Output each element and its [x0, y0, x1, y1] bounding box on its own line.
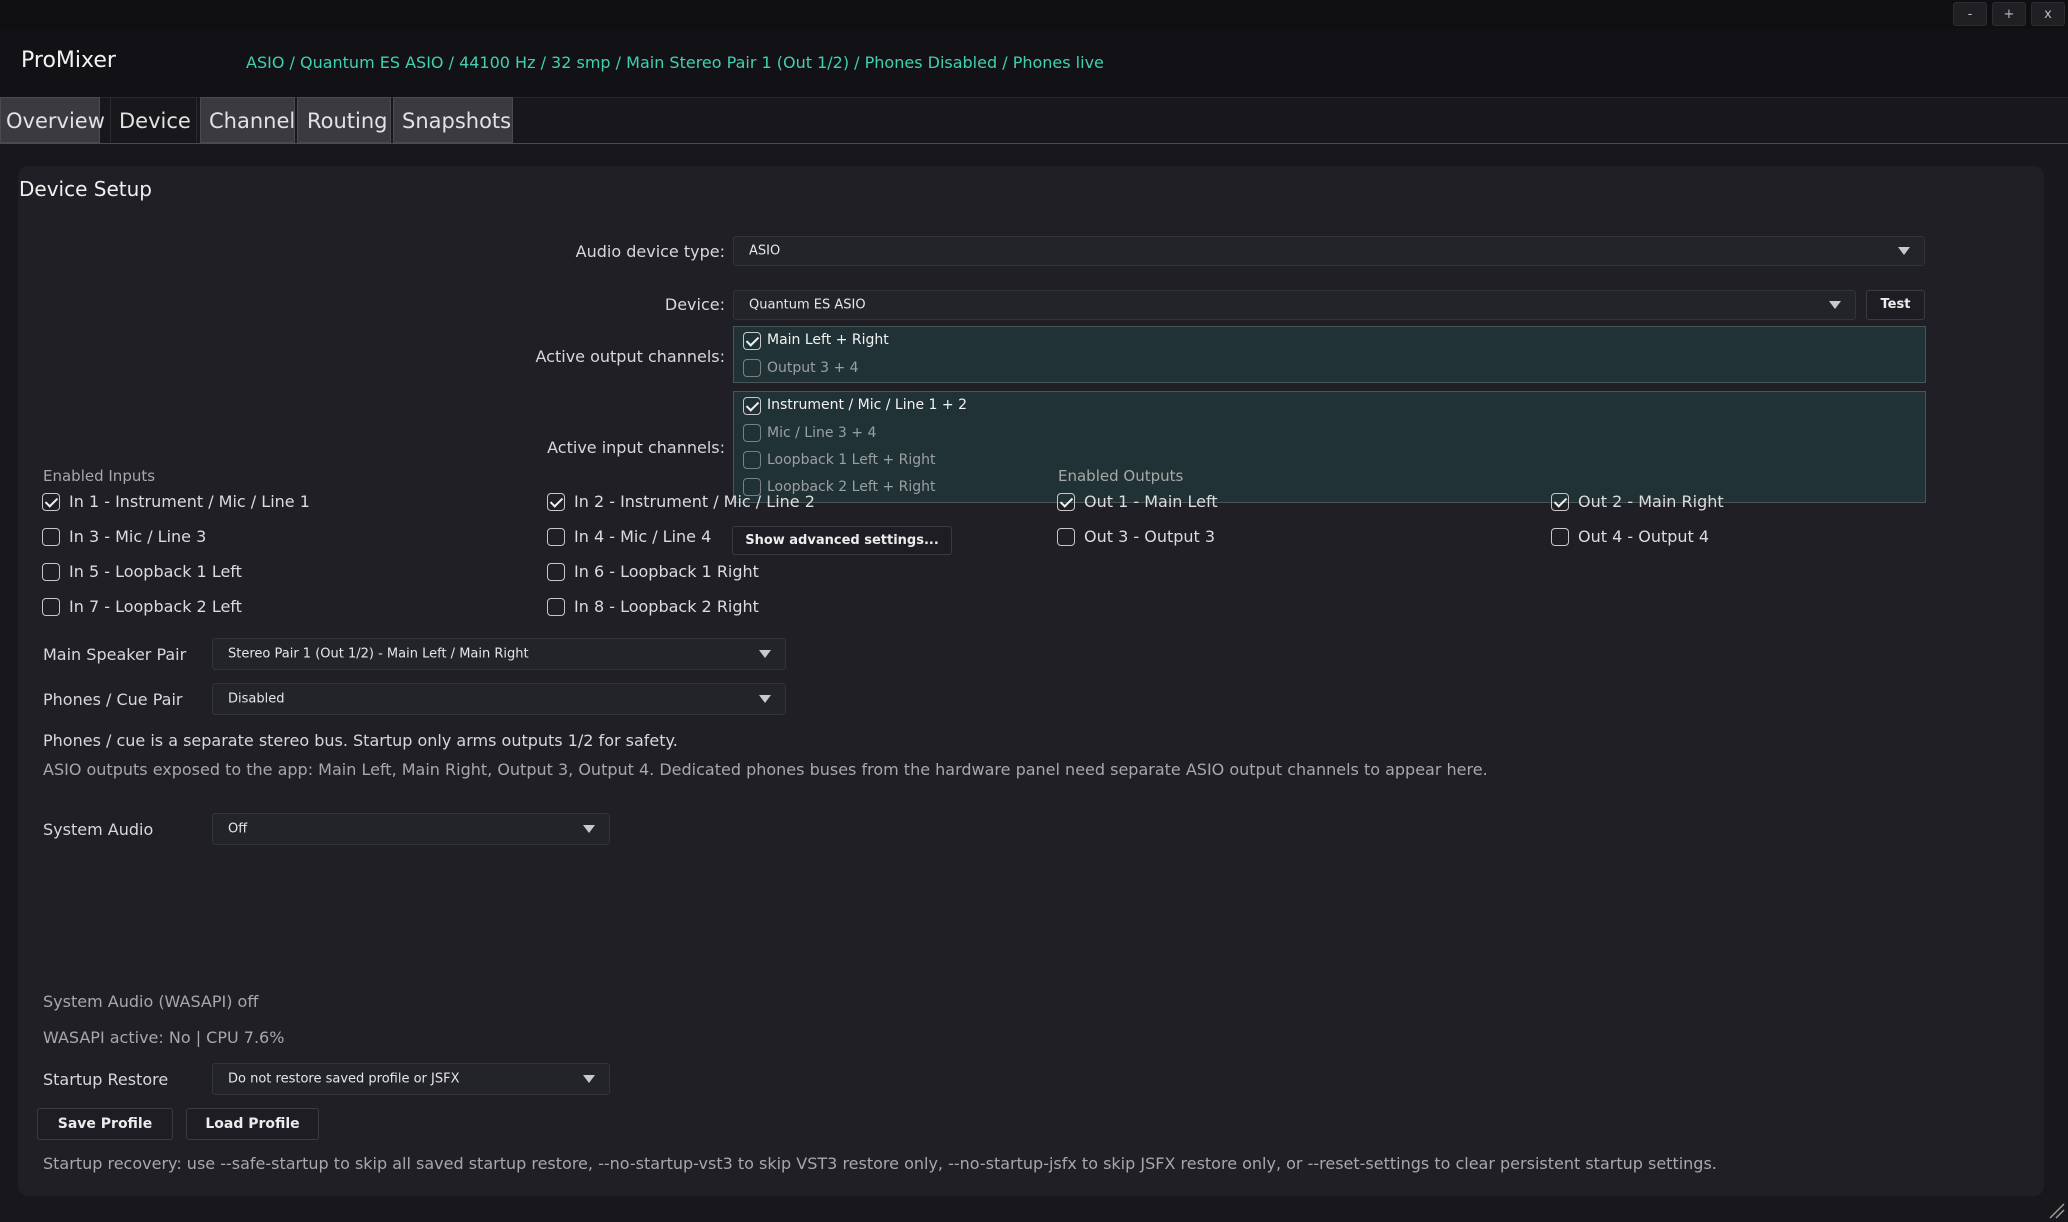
minimize-button[interactable]: - — [1953, 2, 1987, 26]
out3-checkbox[interactable] — [1057, 528, 1075, 546]
input-channel-3[interactable]: Loopback 1 Left + Right — [767, 452, 936, 468]
device-dropdown[interactable]: Quantum ES ASIO — [733, 290, 1856, 320]
out1-checkbox[interactable] — [1057, 493, 1075, 511]
app-name: ProMixer — [21, 48, 116, 73]
startup-restore-label: Startup Restore — [43, 1070, 169, 1089]
tab-device[interactable]: Device — [110, 97, 197, 143]
active-output-label: Active output channels: — [535, 347, 725, 366]
out2-checkbox[interactable] — [1551, 493, 1569, 511]
in3-label[interactable]: In 3 - Mic / Line 3 — [69, 527, 206, 546]
in4-label[interactable]: In 4 - Mic / Line 4 — [574, 527, 711, 546]
panel-title: Device Setup — [19, 177, 152, 201]
system-audio-dropdown[interactable]: Off — [212, 813, 610, 845]
input-channel-2[interactable]: Mic / Line 3 + 4 — [767, 425, 876, 441]
wasapi-status: WASAPI active: No | CPU 7.6% — [43, 1028, 285, 1047]
close-button[interactable]: x — [2031, 2, 2065, 26]
output-channel-1[interactable]: Main Left + Right — [767, 332, 889, 348]
device-setup-panel — [18, 166, 2044, 1196]
audio-device-type-label: Audio device type: — [575, 242, 725, 261]
in4-checkbox[interactable] — [547, 528, 565, 546]
audio-device-type-value: ASIO — [749, 243, 781, 259]
input-channel-1[interactable]: Instrument / Mic / Line 1 + 2 — [767, 397, 967, 413]
chevron-down-icon — [1898, 247, 1910, 255]
phones-cue-pair-label: Phones / Cue Pair — [43, 690, 183, 709]
input-checkbox-1[interactable] — [743, 397, 761, 415]
tab-channel[interactable]: Channel — [200, 97, 295, 143]
out2-label[interactable]: Out 2 - Main Right — [1578, 492, 1724, 511]
audio-device-type-dropdown[interactable]: ASIO — [733, 236, 1925, 266]
load-profile-button[interactable]: Load Profile — [186, 1108, 319, 1140]
in2-label[interactable]: In 2 - Instrument / Mic / Line 2 — [574, 492, 815, 511]
in6-label[interactable]: In 6 - Loopback 1 Right — [574, 562, 759, 581]
active-input-label: Active input channels: — [547, 438, 725, 457]
device-value: Quantum ES ASIO — [749, 297, 866, 313]
in8-label[interactable]: In 8 - Loopback 2 Right — [574, 597, 759, 616]
phones-cue-pair-value: Disabled — [228, 691, 285, 707]
main-speaker-pair-value: Stereo Pair 1 (Out 1/2) - Main Left / Ma… — [228, 646, 529, 662]
in2-checkbox[interactable] — [547, 493, 565, 511]
in1-label[interactable]: In 1 - Instrument / Mic / Line 1 — [69, 492, 310, 511]
in1-checkbox[interactable] — [42, 493, 60, 511]
test-button[interactable]: Test — [1866, 290, 1925, 320]
device-label: Device: — [664, 295, 725, 314]
enabled-inputs-heading: Enabled Inputs — [43, 467, 156, 485]
tab-divider — [0, 143, 2068, 144]
startup-restore-dropdown[interactable]: Do not restore saved profile or JSFX — [212, 1063, 610, 1095]
asio-outputs-note: ASIO outputs exposed to the app: Main Le… — [43, 760, 1488, 779]
tab-overview[interactable]: Overview — [0, 97, 105, 143]
chevron-down-icon — [759, 650, 771, 658]
active-output-list[interactable]: Main Left + Right Output 3 + 4 — [733, 326, 1926, 383]
output-checkbox-2[interactable] — [743, 359, 761, 377]
phones-note: Phones / cue is a separate stereo bus. S… — [43, 731, 678, 750]
in5-checkbox[interactable] — [42, 563, 60, 581]
input-checkbox-2[interactable] — [743, 424, 761, 442]
in5-label[interactable]: In 5 - Loopback 1 Left — [69, 562, 242, 581]
chevron-down-icon — [759, 695, 771, 703]
input-checkbox-3[interactable] — [743, 451, 761, 469]
in6-checkbox[interactable] — [547, 563, 565, 581]
system-audio-value: Off — [228, 821, 248, 837]
in7-checkbox[interactable] — [42, 598, 60, 616]
out4-checkbox[interactable] — [1551, 528, 1569, 546]
chevron-down-icon — [583, 1075, 595, 1083]
system-audio-label: System Audio — [43, 820, 154, 839]
resize-grip-icon[interactable] — [2048, 1202, 2066, 1220]
tab-snapshots[interactable]: Snapshots — [393, 97, 513, 143]
startup-restore-value: Do not restore saved profile or JSFX — [228, 1071, 460, 1087]
out1-label[interactable]: Out 1 - Main Left — [1084, 492, 1218, 511]
in3-checkbox[interactable] — [42, 528, 60, 546]
window-title-bar — [0, 0, 2068, 29]
save-profile-button[interactable]: Save Profile — [37, 1108, 173, 1140]
system-audio-status: System Audio (WASAPI) off — [43, 992, 259, 1011]
startup-recovery-note: Startup recovery: use --safe-startup to … — [43, 1154, 1717, 1173]
in7-label[interactable]: In 7 - Loopback 2 Left — [69, 597, 242, 616]
main-speaker-pair-label: Main Speaker Pair — [43, 645, 187, 664]
show-advanced-settings-button[interactable]: Show advanced settings... — [732, 526, 952, 555]
chevron-down-icon — [583, 825, 595, 833]
status-line: ASIO / Quantum ES ASIO / 44100 Hz / 32 s… — [246, 53, 1104, 72]
phones-cue-pair-dropdown[interactable]: Disabled — [212, 683, 786, 715]
output-channel-2[interactable]: Output 3 + 4 — [767, 360, 859, 376]
output-checkbox-1[interactable] — [743, 332, 761, 350]
chevron-down-icon — [1829, 301, 1841, 309]
enabled-outputs-heading: Enabled Outputs — [1058, 467, 1184, 485]
main-speaker-pair-dropdown[interactable]: Stereo Pair 1 (Out 1/2) - Main Left / Ma… — [212, 638, 786, 670]
tab-routing[interactable]: Routing — [297, 97, 391, 143]
active-input-list[interactable]: Instrument / Mic / Line 1 + 2 Mic / Line… — [733, 391, 1926, 503]
maximize-button[interactable]: + — [1992, 2, 2026, 26]
out4-label[interactable]: Out 4 - Output 4 — [1578, 527, 1709, 546]
out3-label[interactable]: Out 3 - Output 3 — [1084, 527, 1215, 546]
in8-checkbox[interactable] — [547, 598, 565, 616]
